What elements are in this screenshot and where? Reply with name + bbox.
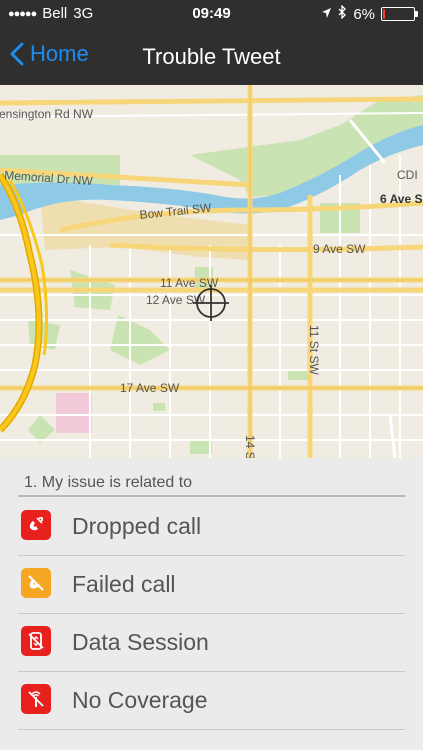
option-label: Data Session bbox=[72, 629, 209, 655]
option-label: Dropped call bbox=[72, 513, 202, 539]
map-label-11-ave: 11 Ave SW bbox=[160, 276, 219, 290]
battery-percent: 6% bbox=[353, 5, 375, 23]
battery-icon bbox=[381, 7, 418, 21]
map-label-11-st: 11 St SW bbox=[307, 325, 321, 375]
bluetooth-icon bbox=[338, 4, 347, 23]
section-title: 1. My issue is related to bbox=[24, 474, 193, 491]
option-label: Failed call bbox=[72, 571, 176, 597]
option-dropped-call[interactable]: Dropped call bbox=[18, 498, 405, 556]
option-no-coverage[interactable]: No Coverage bbox=[18, 672, 405, 730]
location-arrow-icon bbox=[321, 6, 332, 23]
map-label-17-ave: 17 Ave SW bbox=[120, 381, 180, 395]
issue-form: 1. My issue is related to Dropped call F… bbox=[0, 458, 423, 750]
page-title: Trouble Tweet bbox=[142, 44, 281, 69]
option-failed-call[interactable]: Failed call bbox=[18, 556, 405, 614]
map-label-cdi: CDI bbox=[397, 168, 418, 182]
map-label-kensington: ensington Rd NW bbox=[0, 107, 94, 121]
option-label: No Coverage bbox=[72, 687, 208, 713]
map-label-14-st: 14 S bbox=[243, 435, 257, 458]
section-divider bbox=[18, 495, 405, 497]
navigation-bar: Home Trouble Tweet bbox=[0, 28, 423, 85]
no-coverage-icon bbox=[21, 684, 51, 714]
option-data-session[interactable]: Data Session bbox=[18, 614, 405, 672]
failed-call-icon bbox=[21, 568, 51, 598]
map-view[interactable]: ensington Rd NW Memorial Dr NW Bow Trail… bbox=[0, 85, 423, 458]
map-label-9-ave: 9 Ave SW bbox=[313, 242, 366, 256]
map-label-6-ave: 6 Ave S bbox=[380, 192, 422, 206]
dropped-call-icon bbox=[21, 510, 51, 540]
status-bar: ●●●●● Bell 3G 09:49 6% bbox=[0, 0, 423, 28]
data-session-icon bbox=[21, 626, 51, 656]
